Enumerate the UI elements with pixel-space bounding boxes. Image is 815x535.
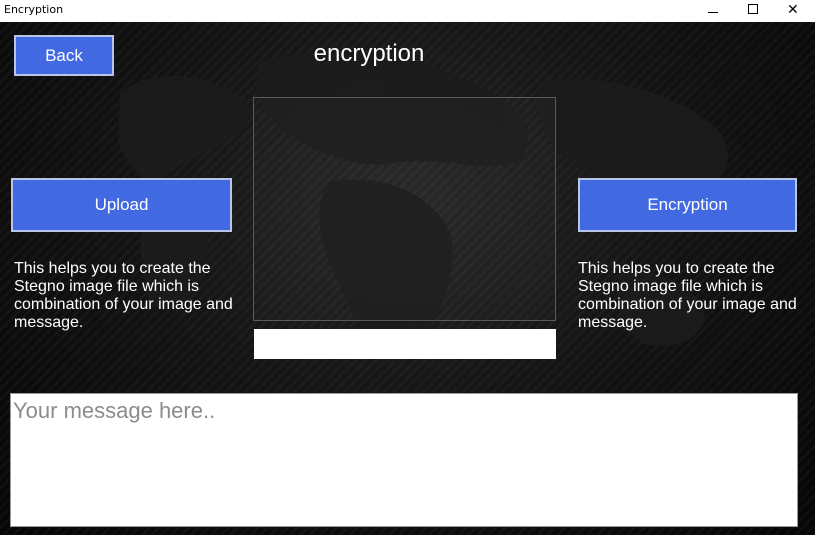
upload-description: This helps you to create the Stegno imag… xyxy=(14,260,233,331)
background-canvas: Back encryption Upload This helps you to… xyxy=(0,22,815,535)
file-path-field[interactable] xyxy=(254,329,556,359)
encryption-button[interactable]: Encryption xyxy=(578,178,797,232)
page-title: encryption xyxy=(313,40,425,67)
window-title: Encryption xyxy=(4,3,64,16)
close-button[interactable]: ✕ xyxy=(770,0,815,22)
minimize-icon xyxy=(708,12,718,13)
app-window: Encryption ✕ Back encryption Upload This… xyxy=(0,0,815,535)
title-bar: Encryption ✕ xyxy=(0,0,815,22)
encryption-description: This helps you to create the Stegno imag… xyxy=(578,260,797,331)
upload-button[interactable]: Upload xyxy=(11,178,232,232)
close-icon: ✕ xyxy=(787,2,799,18)
maximize-icon xyxy=(748,4,758,14)
back-button[interactable]: Back xyxy=(14,35,114,76)
message-input[interactable] xyxy=(10,393,798,527)
image-preview xyxy=(253,97,556,321)
